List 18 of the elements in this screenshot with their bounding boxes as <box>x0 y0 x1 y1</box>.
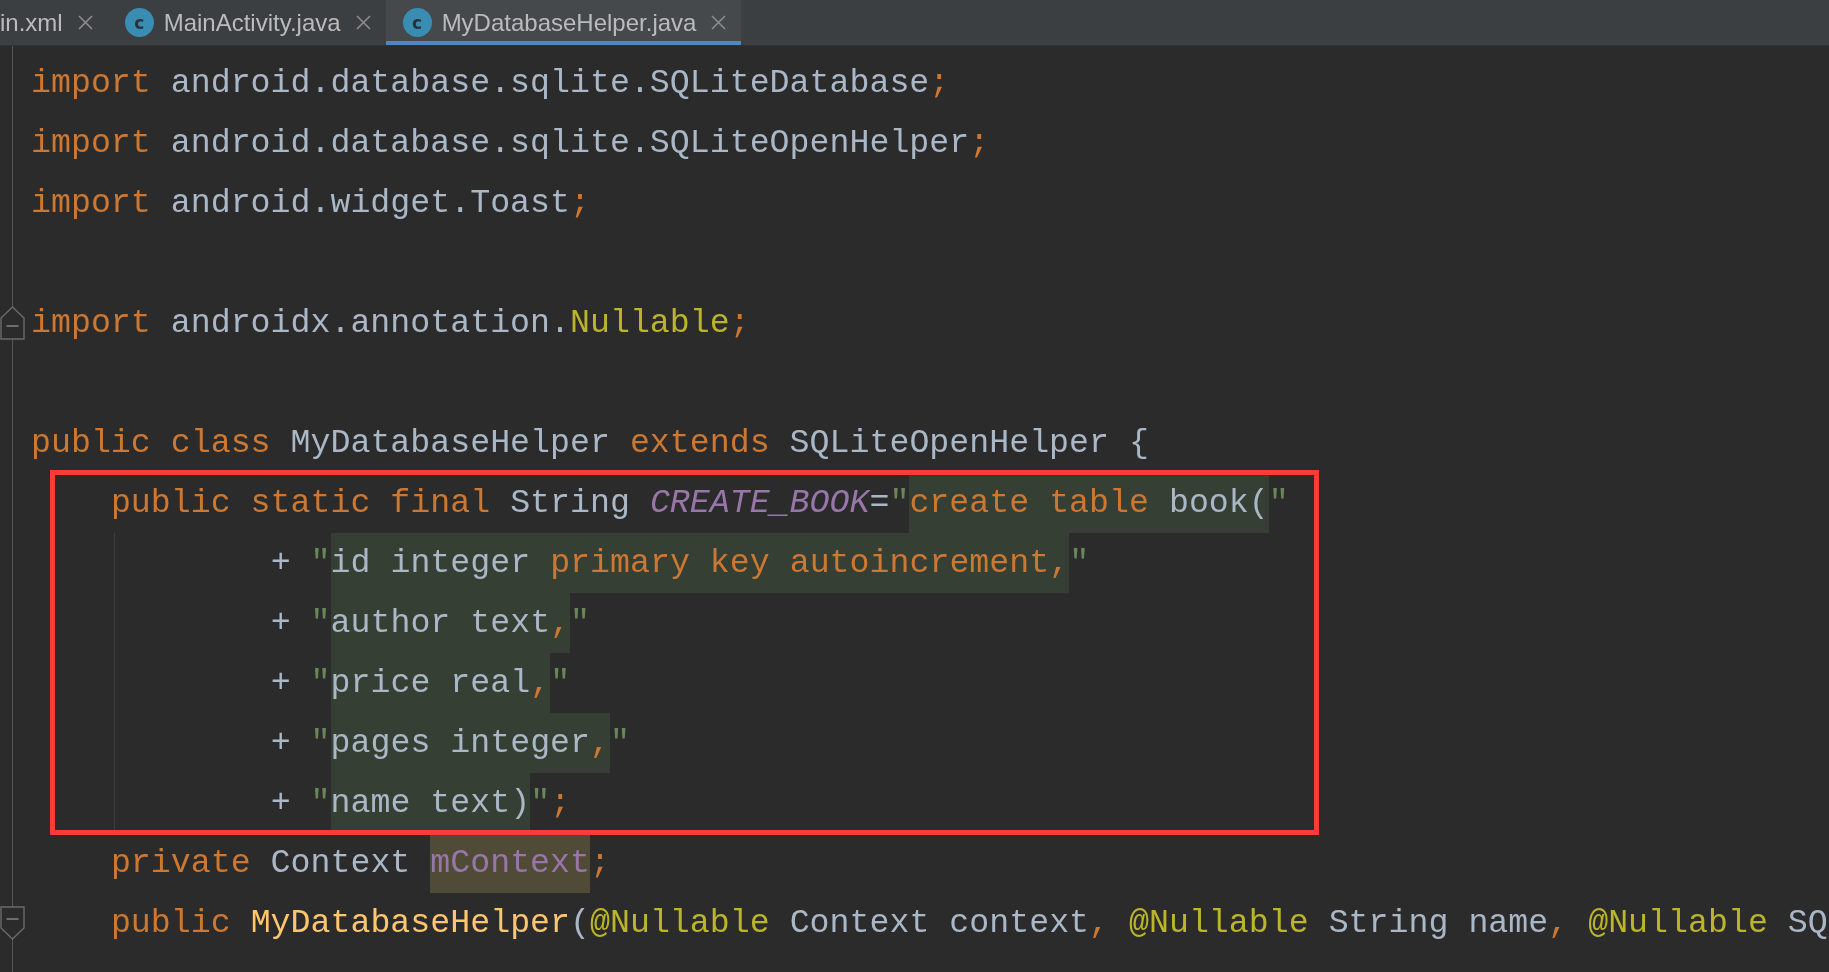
code-line: public class MyDatabaseHelper extends SQLiteOpenHelper { <box>31 423 1149 464</box>
code-line: import android.database.sqlite.SQLiteOpenHelper; <box>31 123 990 164</box>
close-icon[interactable] <box>711 15 727 30</box>
class-icon: c <box>124 8 154 37</box>
editor-tab[interactable]: c MainActivity.java <box>107 0 386 45</box>
code-line: public MyDatabaseHelper(@Nullable Context context, @Nullable String name, @Nullable SQ <box>110 903 1828 944</box>
editor-tab[interactable]: c MyDatabaseHelper.java <box>385 0 742 45</box>
close-icon[interactable] <box>355 15 371 30</box>
code-line: import android.database.sqlite.SQLiteDatabase; <box>31 63 950 104</box>
close-icon[interactable] <box>77 15 93 30</box>
code-line: import androidx.annotation.Nullable; <box>31 303 750 344</box>
editor-tab[interactable]: in.xml <box>0 0 108 45</box>
code-line: public static final String CREATE_BOOK="create table book(" <box>110 473 1289 533</box>
fold-icon[interactable] <box>0 906 25 940</box>
fold-icon[interactable] <box>0 306 25 340</box>
code-line: private Context mContext; <box>110 833 610 893</box>
code-line: import android.widget.Toast; <box>31 183 590 224</box>
class-icon: c <box>402 8 432 37</box>
